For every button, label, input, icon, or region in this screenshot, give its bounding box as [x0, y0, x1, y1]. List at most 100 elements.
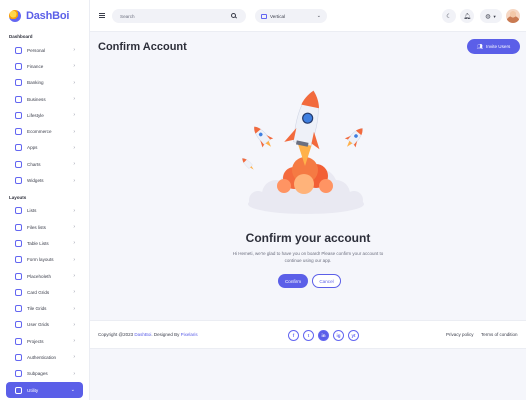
logo-text: DashBoi [26, 10, 70, 22]
designer-link[interactable]: Pixelaris [181, 332, 198, 337]
chevron-right-icon: › [73, 354, 75, 361]
avatar[interactable] [506, 9, 520, 23]
instagram-icon[interactable]: ig [333, 330, 344, 341]
sidebar-item-label: Projects [27, 338, 44, 344]
sidebar-item-label: Utility [27, 387, 39, 393]
layout-mode-select[interactable]: Vertical ⌄ [255, 9, 327, 23]
sidebar-item-personal[interactable]: Personal › [0, 42, 89, 58]
cancel-button[interactable]: Cancel [312, 274, 341, 288]
sidebar-item-label: Ecommerce [27, 129, 52, 135]
card-title: Confirm your account [245, 231, 371, 245]
chevron-right-icon: › [73, 144, 75, 151]
youtube-icon[interactable]: yt [348, 330, 359, 341]
invite-users-button[interactable]: 👥︎ Invite Users [467, 39, 520, 54]
sidebar-item-label: Authentication [27, 354, 57, 360]
sidebar-item-apps[interactable]: Apps › [0, 140, 89, 156]
privacy-policy-link[interactable]: Privacy policy [446, 332, 474, 337]
rocket-illustration [242, 90, 364, 214]
subpages-icon [15, 370, 22, 378]
sidebar-item-label: Banking [27, 80, 44, 86]
chevron-right-icon: › [73, 161, 75, 168]
bell-icon: 🔔︎ [463, 13, 471, 20]
chevron-right-icon: › [73, 112, 75, 119]
utility-icon [15, 386, 22, 394]
social-links: f t in ig yt [288, 330, 359, 341]
sidebar-item-finance[interactable]: Finance › [0, 58, 89, 74]
menu-icon[interactable] [99, 13, 105, 18]
sidebar-item-widgets[interactable]: Widgets › [0, 172, 89, 188]
layout-mode-value: Vertical [270, 13, 286, 19]
brand-link[interactable]: DashBoi [134, 332, 151, 337]
sidebar-item-lifestyle[interactable]: Lifestyle › [0, 107, 89, 123]
page-title: Confirm Account [98, 41, 187, 53]
banking-icon [15, 79, 22, 87]
search-icon[interactable] [231, 12, 236, 18]
placeholder-icon [15, 272, 22, 280]
sidebar-item-user-grids[interactable]: User Grids › [0, 317, 89, 333]
sidebar-item-label: Tile Grids [27, 306, 47, 312]
copyright-prefix: Copyright @2023 [98, 332, 134, 337]
finance-icon [15, 62, 22, 70]
chevron-right-icon: › [73, 273, 75, 279]
sidebar-item-lists[interactable]: Lists › [0, 203, 89, 219]
add-user-icon: 👥︎ [476, 43, 484, 50]
chevron-right-icon: › [73, 256, 75, 263]
notifications-button[interactable]: 🔔︎ [460, 9, 474, 23]
footer: Copyright @2023 DashBoi. Designed By Pix… [90, 320, 526, 349]
auth-icon [15, 353, 22, 361]
sidebar-item-files-lists[interactable]: Files lists › [0, 219, 89, 235]
linkedin-icon[interactable]: in [318, 330, 329, 341]
facebook-icon[interactable]: f [288, 330, 299, 341]
chevron-right-icon: › [73, 321, 75, 328]
sidebar-nav: Dashboard Personal › Finance › Banking › Busine… [0, 32, 89, 399]
widgets-icon [15, 177, 22, 185]
search-box[interactable] [112, 9, 246, 23]
confirm-button[interactable]: Confirm [278, 274, 308, 288]
user-grid-icon [15, 321, 22, 329]
logo[interactable]: DashBoi [0, 0, 89, 32]
sidebar-item-placeholeth[interactable]: Placeholeth › [0, 268, 89, 284]
chevron-right-icon: › [73, 207, 75, 214]
sidebar-item-subpages[interactable]: Subpages › [0, 366, 89, 382]
sidebar-item-label: Lifestyle [27, 112, 44, 118]
sidebar-item-label: Business [27, 96, 46, 102]
sidebar-item-card-grids[interactable]: Card Grids › [0, 284, 89, 300]
sidebar-item-label: User Grids [27, 322, 49, 328]
table-icon [15, 239, 22, 247]
small-rocket-shape [344, 128, 363, 148]
sidebar-item-label: Personal [27, 47, 46, 53]
sidebar-item-label: Subpages [27, 371, 48, 377]
projects-icon [15, 337, 22, 345]
charts-icon [15, 160, 22, 168]
sidebar-item-authentication[interactable]: Authentication › [0, 349, 89, 365]
sidebar-section-title: Dashboard [9, 34, 33, 39]
chevron-right-icon: › [73, 79, 75, 86]
sidebar-item-charts[interactable]: Charts › [0, 156, 89, 172]
sidebar-item-tile-grids[interactable]: Tile Grids › [0, 300, 89, 316]
sidebar-item-projects[interactable]: Projects › [0, 333, 89, 349]
home-icon [15, 46, 22, 54]
sidebar: DashBoi Dashboard Personal › Finance › Bankin… [0, 0, 90, 400]
terms-link[interactable]: Terms of condition [481, 332, 518, 337]
twitter-icon[interactable]: t [303, 330, 314, 341]
search-input[interactable] [120, 13, 220, 19]
sidebar-item-label: Apps [27, 145, 38, 151]
small-rocket-shape [242, 158, 254, 170]
rocket-shape [284, 90, 320, 150]
sidebar-item-form-layouts[interactable]: Form layouts › [0, 252, 89, 268]
card-text: Hi Hemeti, we're glad to have you on boa… [232, 251, 384, 263]
sidebar-item-label: Charts [27, 161, 41, 167]
sidebar-item-banking[interactable]: Banking › [0, 75, 89, 91]
sidebar-item-label: Finance [27, 63, 44, 69]
sidebar-item-label: Table Lists [27, 240, 49, 246]
sidebar-item-label: Lists [27, 208, 37, 214]
chevron-down-icon: ⌄ [316, 13, 321, 19]
sidebar-item-business[interactable]: Business › [0, 91, 89, 107]
sidebar-item-ecommerce[interactable]: Ecommerce › [0, 123, 89, 139]
theme-toggle-button[interactable]: ☾ [442, 9, 456, 23]
sidebar-item-utility[interactable]: Utility ⌄ [6, 381, 83, 399]
designed-by-text: . Designed By [151, 332, 180, 337]
language-button[interactable]: ◍ ▼ [480, 9, 502, 23]
sidebar-item-table-lists[interactable]: Table Lists › [0, 235, 89, 251]
chevron-right-icon: › [73, 305, 75, 312]
